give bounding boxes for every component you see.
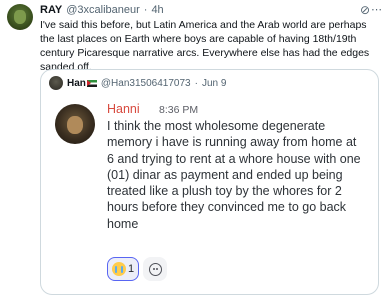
quote-separator: · [194,77,198,89]
sob-reaction: 1 [107,257,139,281]
discord-message-text: I think the most wholesome degenerate me… [107,119,361,231]
quote-author-handle: @Han31506417073 [100,77,191,89]
add-reaction-button [143,257,167,281]
quote-author-avatar [49,76,63,90]
author-handle[interactable]: @3xcalibaneur [66,4,140,16]
discord-username: Hanni [107,102,140,116]
quote-author-name: Han [67,77,86,89]
discord-avatar [55,104,95,144]
author-name[interactable]: RAY [40,4,62,16]
tweet-time[interactable]: 4h [151,4,163,16]
flag-icon [86,79,97,87]
tweet: RAY @3xcalibaneur · 4h ⊘ ⋯ I've said thi… [0,0,384,299]
time-separator: · [143,4,148,16]
discord-message-screenshot: Hanni 8:36 PM I think the most wholesome… [49,96,369,290]
more-icon[interactable]: ⋯ [371,3,382,16]
quote-date: Jun 9 [201,77,227,89]
quote-tweet[interactable]: Han @Han31506417073 · Jun 9 Hanni 8:36 P… [40,69,379,295]
tweet-header: RAY @3xcalibaneur · 4h [40,3,164,17]
discord-timestamp: 8:36 PM [159,104,199,116]
sob-emoji-icon [111,262,126,276]
reaction-count: 1 [127,263,135,275]
add-reaction-icon [148,262,162,276]
tweet-text: I've said this before, but Latin America… [40,19,370,73]
author-avatar[interactable] [7,4,33,30]
quote-header: Han @Han31506417073 · Jun 9 [49,76,226,90]
